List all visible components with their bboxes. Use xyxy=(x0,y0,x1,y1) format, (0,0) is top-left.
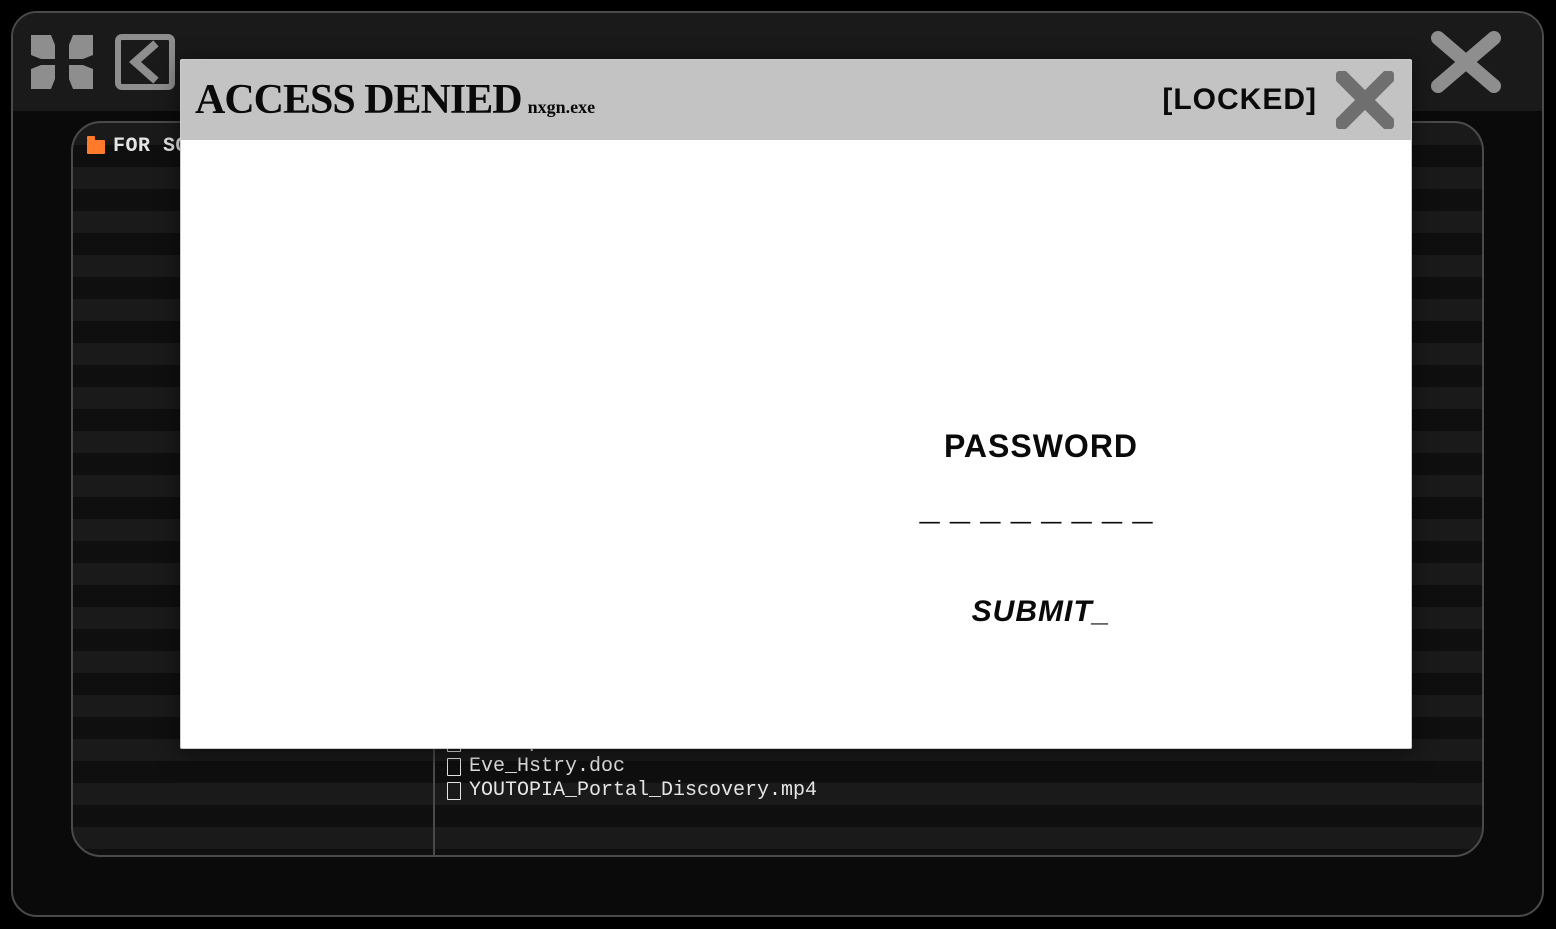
modal-title: ACCESS DENIED xyxy=(195,76,522,124)
file-item[interactable]: Eve_Hstry.doc xyxy=(447,755,1472,779)
password-block: PASSWORD ________ SUBMIT_ xyxy=(861,428,1221,629)
password-label: PASSWORD xyxy=(861,428,1221,465)
access-denied-modal: ACCESS DENIED nxgn.exe [LOCKED] PASSWORD… xyxy=(180,59,1412,749)
video-icon xyxy=(447,782,461,800)
back-icon[interactable] xyxy=(115,34,175,90)
file-name: Eve_Hstry.doc xyxy=(469,755,625,779)
document-icon xyxy=(447,758,461,776)
modal-subtitle: nxgn.exe xyxy=(528,83,596,118)
collapse-icon[interactable] xyxy=(31,35,93,89)
modal-close-icon[interactable] xyxy=(1333,68,1397,132)
modal-body: PASSWORD ________ SUBMIT_ xyxy=(181,140,1411,748)
file-name: YOUTOPIA_Portal_Discovery.mp4 xyxy=(469,779,817,803)
folder-icon xyxy=(87,140,105,154)
file-item[interactable]: YOUTOPIA_Portal_Discovery.mp4 xyxy=(447,779,1472,803)
submit-button[interactable]: SUBMIT_ xyxy=(972,595,1111,629)
modal-titlebar: ACCESS DENIED nxgn.exe [LOCKED] xyxy=(181,60,1411,140)
modal-status: [LOCKED] xyxy=(1162,83,1317,117)
desktop-close-icon[interactable] xyxy=(1430,30,1502,94)
password-input[interactable]: ________ xyxy=(861,493,1221,531)
